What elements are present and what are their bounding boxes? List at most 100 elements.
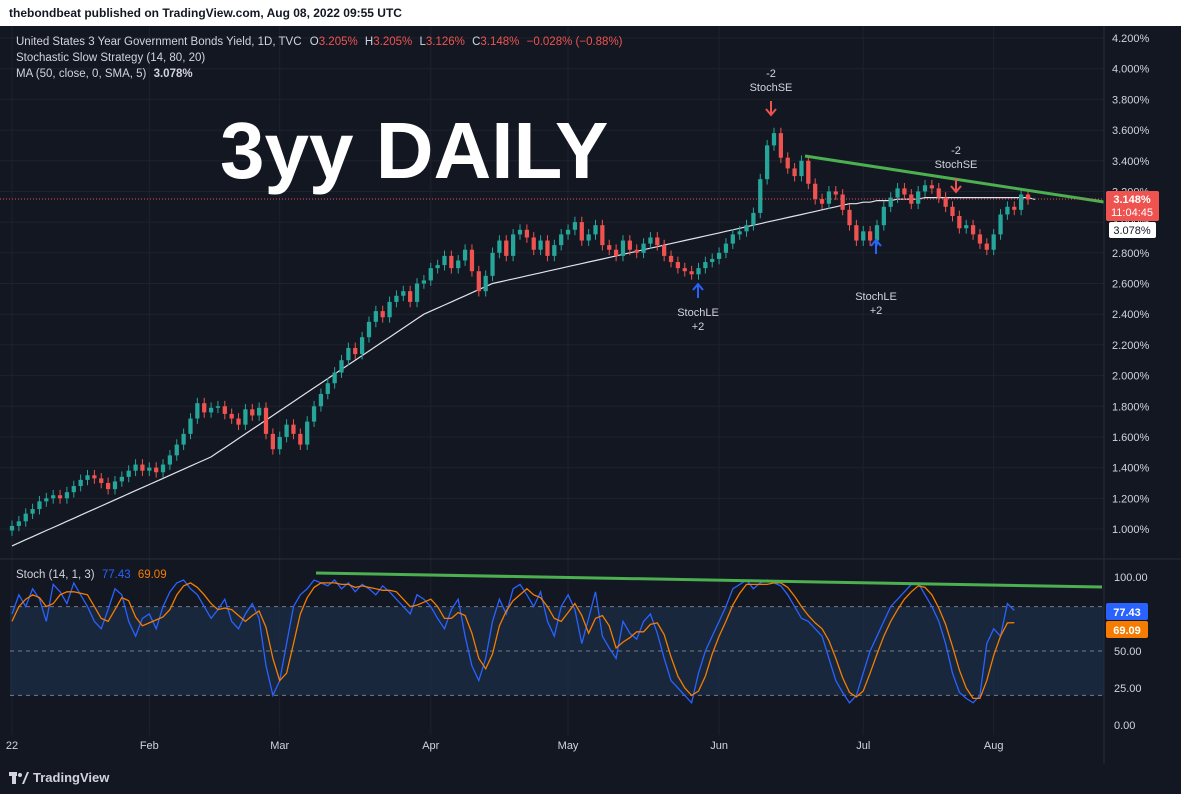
price-tick-label: 4.000% — [1112, 64, 1150, 76]
legend-h-label: H — [365, 36, 373, 48]
candle-body — [318, 393, 324, 407]
stoch-tick-label: 100.00 — [1114, 572, 1148, 584]
legend-change: −0.028% (−0.88%) — [527, 36, 623, 48]
footer-brand[interactable]: TradingView — [33, 770, 109, 785]
candle-body — [167, 455, 173, 465]
signal-stochle-1[interactable]: StochLE +2 — [677, 282, 719, 333]
time-tick-label: Apr — [422, 740, 439, 752]
price-tick-label: 1.600% — [1112, 432, 1150, 444]
stoch-legend[interactable]: Stoch (14, 1, 3) 77.43 69.09 — [16, 569, 167, 581]
candle-body — [723, 243, 729, 253]
candle-body — [346, 347, 351, 361]
candle-body — [531, 237, 536, 250]
footer: TradingView — [0, 764, 1181, 794]
trendlines-group — [315, 154, 1105, 589]
candle-body — [353, 347, 358, 355]
price-tick-label: 2.400% — [1112, 309, 1150, 321]
candle-body — [160, 464, 166, 473]
time-tick-label: Jul — [856, 740, 870, 752]
stoch-d-value: 69.09 — [138, 569, 167, 581]
candle-body — [970, 225, 976, 235]
candle-body — [922, 185, 928, 192]
stoch-k-badge-value: 77.43 — [1113, 607, 1141, 619]
publish-header: thebondbeat published on TradingView.com… — [0, 0, 1181, 26]
legend-c-value: 3.148% — [480, 36, 519, 48]
candle-body — [339, 360, 344, 373]
legend-ma-value: 3.078% — [154, 68, 193, 80]
signal-qty: -2 — [951, 145, 961, 157]
candle-body — [806, 160, 811, 184]
signal-name: StochSE — [935, 159, 978, 171]
price-tick-label: 2.000% — [1112, 371, 1150, 383]
price-tick-label: 3.600% — [1112, 125, 1150, 137]
stoch-axis[interactable]: 0.00 25.00 50.00 100.00 — [1114, 572, 1148, 732]
signal-stochse-2[interactable]: -2 StochSE — [935, 145, 978, 194]
time-axis[interactable]: 22 Feb Mar Apr May Jun Jul Aug — [6, 740, 1004, 752]
candle-body — [462, 249, 468, 261]
candle-body — [785, 157, 790, 169]
buy-arrow-icon — [692, 282, 704, 298]
candle-body — [30, 509, 35, 514]
chart-area[interactable]: 1.000% 1.200% 1.400% 1.600% 1.800% 2.000% 2.20… — [0, 26, 1181, 764]
candle-body — [758, 179, 763, 213]
candle-body — [977, 234, 983, 244]
stoch-d-badge[interactable]: 69.09 — [1106, 621, 1148, 638]
candle-body — [902, 188, 907, 195]
candle-body — [936, 188, 941, 198]
candle-body — [298, 433, 303, 445]
price-tick-label: 2.600% — [1112, 279, 1150, 291]
candle-body — [243, 409, 248, 425]
candle-body — [483, 275, 488, 292]
candle-body — [85, 475, 90, 480]
signal-stochle-2[interactable]: StochLE +2 — [855, 238, 897, 317]
time-tick-label: Mar — [270, 740, 289, 752]
time-tick-label: 22 — [6, 740, 18, 752]
candle-body — [78, 479, 83, 487]
price-tick-label: 1.000% — [1112, 524, 1150, 536]
candle-body — [1005, 206, 1010, 215]
ma-price-badge[interactable]: 3.078% — [1109, 222, 1156, 238]
candle-body — [565, 229, 571, 235]
candle-body — [648, 237, 653, 244]
last-price-value: 3.148% — [1113, 194, 1151, 206]
candle-body — [593, 225, 598, 235]
candle-body — [655, 237, 660, 246]
candle-body — [538, 240, 543, 250]
candle-body — [620, 240, 626, 256]
sell-arrow-icon — [765, 101, 777, 117]
legend-title: United States 3 Year Government Bonds Yi… — [16, 36, 302, 48]
tradingview-logo-icon[interactable] — [9, 770, 29, 786]
candle-body — [257, 407, 262, 416]
candle-body — [662, 245, 667, 256]
candle-body — [497, 240, 502, 253]
chart-svg[interactable]: 1.000% 1.200% 1.400% 1.600% 1.800% 2.000% 2.20… — [0, 26, 1181, 764]
legend-line-3[interactable]: MA (50, close, 0, SMA, 5) 3.078% — [16, 68, 193, 80]
last-price-badge[interactable]: 3.148% 11:04:45 — [1106, 191, 1159, 221]
candle-body — [1019, 194, 1024, 210]
signal-stochse-1[interactable]: -2 StochSE — [750, 68, 793, 117]
price-tick-label: 2.200% — [1112, 340, 1150, 352]
candle-body — [765, 145, 770, 180]
price-tick-label: 1.400% — [1112, 463, 1150, 475]
candle-body — [435, 265, 440, 269]
signal-qty: -2 — [766, 68, 776, 80]
candle-body — [771, 133, 777, 146]
candle-body — [71, 486, 76, 493]
candle-body — [689, 271, 694, 275]
time-tick-label: May — [558, 740, 579, 752]
stoch-d-badge-value: 69.09 — [1113, 625, 1141, 637]
stoch-trendline[interactable] — [315, 571, 1103, 589]
candle-body — [517, 229, 523, 235]
price-tick-label: 1.800% — [1112, 401, 1150, 413]
candle-body — [696, 268, 701, 275]
legend-strategy[interactable]: Stochastic Slow Strategy (14, 80, 20) — [16, 52, 205, 64]
price-axis[interactable]: 1.000% 1.200% 1.400% 1.600% 1.800% 2.000% 2.20… — [1112, 33, 1150, 536]
price-tick-label: 3.800% — [1112, 94, 1150, 106]
legend-l-value: 3.126% — [426, 36, 465, 48]
candle-body — [202, 403, 207, 413]
candle-body — [888, 197, 893, 207]
candle-body — [414, 283, 420, 302]
stoch-k-badge[interactable]: 77.43 — [1106, 603, 1148, 620]
candle-body — [428, 268, 433, 281]
candle-body — [263, 407, 269, 434]
